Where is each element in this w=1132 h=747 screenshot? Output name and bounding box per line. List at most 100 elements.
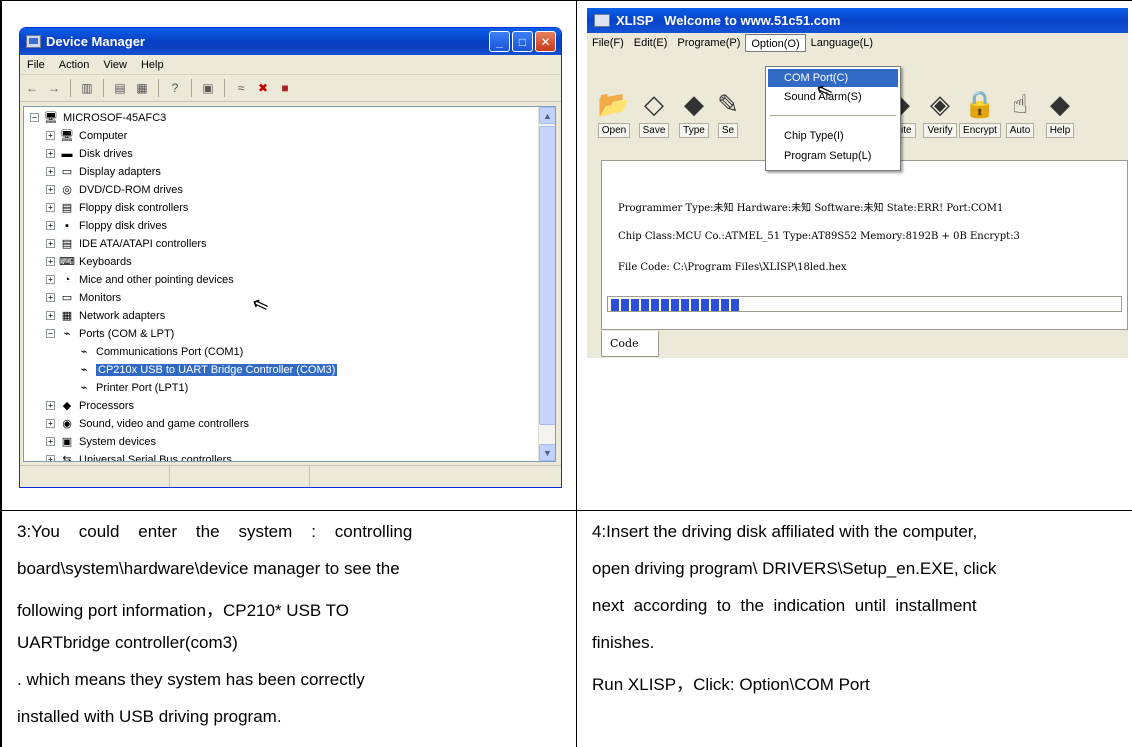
caption-line: board\system\hardware\device manager to … xyxy=(17,559,400,578)
menu-file[interactable]: File(F) xyxy=(587,34,629,52)
tree-node[interactable]: ⌁ CP210x USB to UART Bridge Controller (C… xyxy=(76,361,338,378)
scroll-down-button[interactable]: ▼ xyxy=(539,444,555,461)
expand-icon[interactable]: + xyxy=(46,203,55,212)
file-code: File Code: C:\Program Files\XLISP\18led.… xyxy=(618,262,847,273)
update-driver-icon[interactable]: ≈ xyxy=(233,80,249,96)
scroll-up-button[interactable]: ▲ xyxy=(539,107,555,124)
tree-node-label: Disk drives xyxy=(79,147,133,160)
console-tree-icon[interactable]: ▥ xyxy=(79,80,95,96)
vertical-scrollbar[interactable]: ▲ ▼ xyxy=(538,107,555,461)
port-icon: ⌁ xyxy=(80,364,88,376)
menu-item-program-setup[interactable]: Program Setup(L) xyxy=(768,147,898,165)
expand-icon[interactable]: + xyxy=(46,293,55,302)
toolbar-label: Save xyxy=(638,123,670,138)
tree-node[interactable]: + ▤ Floppy disk controllers xyxy=(46,199,188,216)
expand-icon[interactable]: + xyxy=(46,131,55,140)
toolbar-button-type[interactable]: ◆ Type xyxy=(674,75,714,141)
status-bar xyxy=(20,465,561,487)
device-manager-icon xyxy=(26,35,41,48)
tree-node-label: Sound, video and game controllers xyxy=(79,417,249,430)
tree-node[interactable]: + ▬ Disk drives xyxy=(46,145,133,162)
progress-block xyxy=(631,299,639,311)
expand-icon[interactable]: + xyxy=(46,185,55,194)
expand-icon[interactable]: + xyxy=(46,401,55,410)
usb-icon: ⇆ xyxy=(62,454,72,462)
menu-option[interactable]: Option(O) xyxy=(745,34,806,52)
tree-node-label: Printer Port (LPT1) xyxy=(96,381,189,394)
progress-bar xyxy=(607,296,1122,312)
toolbar-button-help[interactable]: ◆ Help xyxy=(1040,75,1080,141)
forward-icon[interactable]: → xyxy=(46,80,62,96)
scan-hardware-icon[interactable]: ▣ xyxy=(200,80,216,96)
xlisp-app-icon xyxy=(594,14,610,27)
disable-icon[interactable]: ■ xyxy=(277,80,293,96)
tree-node[interactable]: − ⌁ Ports (COM & LPT) xyxy=(46,325,174,342)
expand-icon[interactable]: + xyxy=(46,221,55,230)
scroll-thumb[interactable] xyxy=(539,126,555,425)
toolbar-button-se[interactable]: ✎ Se xyxy=(714,75,742,141)
menu-separator xyxy=(770,115,896,116)
toolbar-button-auto[interactable]: ☝ Auto xyxy=(1000,75,1040,141)
properties-icon[interactable]: ▤ xyxy=(112,80,128,96)
toolbar-button-open[interactable]: 📂 Open xyxy=(594,75,634,141)
progress-block xyxy=(701,299,709,311)
device-tree: − 🖥 MICROSOF-45AFC3 + 🖥 Computer + ▬ Disk drives… xyxy=(23,106,556,462)
help-icon[interactable]: ? xyxy=(167,80,183,96)
expand-icon[interactable]: + xyxy=(46,455,55,461)
tree-node[interactable]: + ◉ Sound, video and game controllers xyxy=(46,415,249,432)
caption-line: installed with USB driving program. xyxy=(17,707,282,726)
grid-line xyxy=(0,0,1132,1)
tree-node[interactable]: + ◔ Mice and other pointing devices xyxy=(46,271,234,288)
menu-item-chip-type[interactable]: Chip Type(I) xyxy=(768,127,898,145)
toolbar-button-encrypt[interactable]: 🔒 Encrypt xyxy=(959,75,1001,141)
tree-node[interactable]: ⌁ Printer Port (LPT1) xyxy=(76,379,189,396)
collapse-icon[interactable]: − xyxy=(46,329,55,338)
expand-icon[interactable]: + xyxy=(46,311,55,320)
menu-action[interactable]: Action xyxy=(52,59,97,71)
tree-node[interactable]: + ▭ Display adapters xyxy=(46,163,161,180)
tree-node[interactable]: + 🖥 Computer xyxy=(46,127,127,144)
tree-node[interactable]: + ◎ DVD/CD-ROM drives xyxy=(46,181,183,198)
tree-node[interactable]: + ▪ Floppy disk drives xyxy=(46,217,167,234)
close-button[interactable]: ✕ xyxy=(535,31,556,52)
tree-node[interactable]: + ⌨ Keyboards xyxy=(46,253,132,270)
tree-node[interactable]: + ▦ Network adapters xyxy=(46,307,165,324)
progress-block xyxy=(661,299,669,311)
tree-node[interactable]: + ◆ Processors xyxy=(46,397,134,414)
minimize-button[interactable]: _ xyxy=(489,31,510,52)
expand-icon[interactable]: + xyxy=(46,167,55,176)
maximize-button[interactable]: □ xyxy=(512,31,533,52)
expand-icon[interactable]: + xyxy=(46,149,55,158)
device-manager-window: Device Manager _ □ ✕ File Action View He… xyxy=(19,27,562,488)
menu-file[interactable]: File xyxy=(20,59,52,71)
expand-icon[interactable]: + xyxy=(46,437,55,446)
tree-node-label: Keyboards xyxy=(79,255,132,268)
tree-node[interactable]: ⌁ Communications Port (COM1) xyxy=(76,343,244,360)
tree-node[interactable]: + ▤ IDE ATA/ATAPI controllers xyxy=(46,235,207,252)
menu-item-com-port[interactable]: COM Port(C) xyxy=(768,69,898,87)
menu-help[interactable]: Help xyxy=(134,59,171,71)
chip-info: Chip Class:MCU Co.:ATMEL_51 Type:AT89S52… xyxy=(618,231,1020,242)
tree-node[interactable]: + ▣ System devices xyxy=(46,433,156,450)
toolbar-button-verify[interactable]: ◈ Verify xyxy=(920,75,960,141)
menu-view[interactable]: View xyxy=(96,59,134,71)
menu-edit[interactable]: Edit(E) xyxy=(629,34,673,52)
expand-icon[interactable]: + xyxy=(46,419,55,428)
collapse-icon[interactable]: − xyxy=(30,113,39,122)
caption-line: following port information，CP210* USB TO xyxy=(17,601,349,620)
expand-icon[interactable]: + xyxy=(46,257,55,266)
back-icon[interactable]: ← xyxy=(24,80,40,96)
uninstall-icon[interactable]: ✖ xyxy=(255,80,271,96)
menu-language[interactable]: Language(L) xyxy=(806,34,878,52)
tab-code[interactable]: Code xyxy=(601,331,659,357)
toolbar-button-save[interactable]: ◇ Save xyxy=(634,75,674,141)
expand-icon[interactable]: + xyxy=(46,275,55,284)
menu-programe[interactable]: Programe(P) xyxy=(672,34,745,52)
print-icon[interactable]: ▦ xyxy=(134,80,150,96)
tree-node[interactable]: − 🖥 MICROSOF-45AFC3 xyxy=(30,109,166,126)
expand-icon[interactable]: + xyxy=(46,239,55,248)
xlisp-window: XLISP Welcome to www.51c51.com File(F) E… xyxy=(587,8,1128,358)
option-dropdown-menu: COM Port(C) Sound Alarm(S) Chip Type(I) … xyxy=(765,66,901,171)
tree-node[interactable]: + ⇆ Universal Serial Bus controllers xyxy=(46,451,232,462)
tree-node[interactable]: + ▭ Monitors xyxy=(46,289,121,306)
